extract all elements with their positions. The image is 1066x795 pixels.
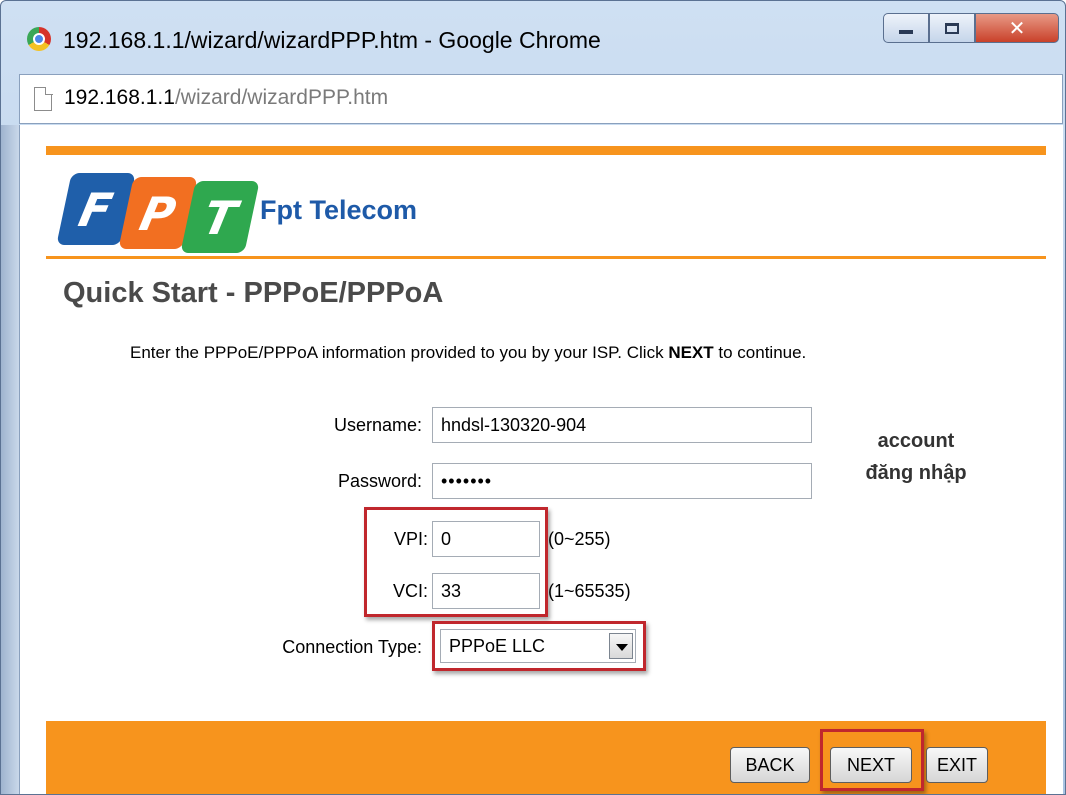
- vpi-label: VPI:: [393, 529, 428, 549]
- next-button[interactable]: NEXT: [830, 747, 912, 783]
- url-text[interactable]: 192.168.1.1/wizard/wizardPPP.htm: [64, 86, 388, 110]
- instructions-before: Enter the PPPoE/PPPoA information provid…: [130, 343, 669, 362]
- fpt-logo: F P T: [54, 173, 260, 253]
- instructions-after: to continue.: [713, 343, 807, 362]
- close-button[interactable]: ✕: [975, 13, 1059, 43]
- annotation-line-2: đăng nhập: [865, 462, 967, 484]
- instructions-text: Enter the PPPoE/PPPoA information provid…: [130, 343, 806, 363]
- page-title: Quick Start - PPPoE/PPPoA: [63, 277, 444, 309]
- connection-type-label: Connection Type:: [282, 637, 422, 657]
- chevron-down-icon[interactable]: [609, 633, 633, 659]
- maximize-icon: [945, 22, 959, 34]
- vpi-field[interactable]: [432, 521, 540, 557]
- browser-window: 192.168.1.1/wizard/wizardPPP.htm - Googl…: [0, 0, 1066, 795]
- username-field[interactable]: [432, 407, 812, 443]
- brand-name: Fpt Telecom: [260, 195, 418, 225]
- vci-label: VCI:: [392, 581, 428, 601]
- orange-divider-mid: [46, 256, 1046, 259]
- page-content: F P T Fpt Telecom Quick Start - PPPoE/PP…: [19, 125, 1063, 794]
- maximize-button[interactable]: [929, 13, 975, 43]
- vpi-range-hint: (0~255): [548, 529, 611, 549]
- logo-tile-t: T: [180, 181, 260, 253]
- footer-bar: BACK NEXT EXIT: [46, 721, 1046, 794]
- account-annotation: account đăng nhập: [846, 425, 986, 489]
- address-bar[interactable]: 192.168.1.1/wizard/wizardPPP.htm: [19, 74, 1063, 124]
- url-path: /wizard/wizardPPP.htm: [174, 86, 389, 109]
- instructions-bold: NEXT: [668, 343, 714, 362]
- chrome-logo-icon: [27, 27, 51, 51]
- exit-button[interactable]: EXIT: [926, 747, 988, 783]
- back-button[interactable]: BACK: [730, 747, 810, 783]
- window-title: 192.168.1.1/wizard/wizardPPP.htm - Googl…: [63, 27, 601, 53]
- vci-range-hint: (1~65535): [548, 581, 631, 601]
- title-bar: 192.168.1.1/wizard/wizardPPP.htm - Googl…: [1, 1, 1065, 71]
- minimize-icon: [899, 30, 913, 34]
- username-label: Username:: [333, 415, 422, 435]
- window-frame-left: [1, 125, 19, 794]
- connection-type-select[interactable]: PPPoE LLC: [440, 629, 636, 663]
- page-icon: [34, 86, 53, 111]
- orange-divider-top: [46, 146, 1046, 155]
- close-icon: ✕: [1008, 16, 1026, 40]
- password-field[interactable]: [432, 463, 812, 499]
- vci-field[interactable]: [432, 573, 540, 609]
- connection-type-value: PPPoE LLC: [449, 636, 546, 656]
- annotation-line-1: account: [877, 430, 955, 452]
- url-host: 192.168.1.1: [64, 86, 175, 109]
- password-label: Password:: [337, 471, 422, 491]
- window-controls: ✕: [883, 13, 1059, 45]
- logo-letter-t: T: [198, 191, 242, 245]
- minimize-button[interactable]: [883, 13, 929, 43]
